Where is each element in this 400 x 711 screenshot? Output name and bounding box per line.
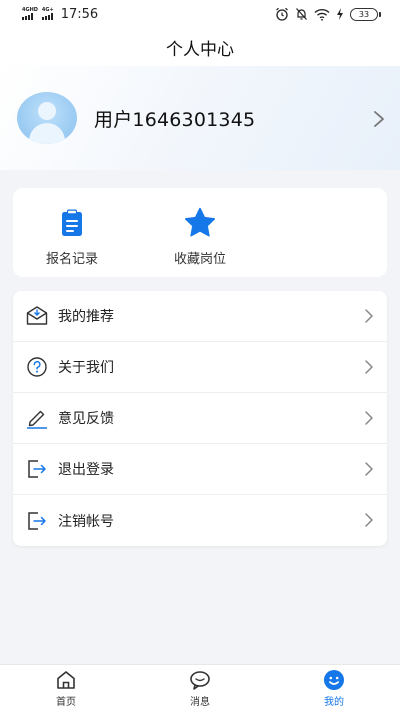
chevron-right-icon	[365, 360, 373, 374]
bottom-tab-bar: 首页 消息 我的	[0, 664, 400, 711]
quick-actions-card: 报名记录 收藏岗位	[13, 188, 387, 277]
chevron-right-icon	[365, 309, 373, 323]
quick-action-saved-jobs[interactable]: 收藏岗位	[150, 206, 250, 267]
chevron-right-icon	[365, 462, 373, 476]
chevron-right-icon	[374, 111, 384, 127]
chat-icon	[190, 671, 210, 690]
menu-item-feedback[interactable]: 意见反馈	[13, 393, 387, 444]
menu-item-delete-account[interactable]: 注销帐号	[13, 495, 387, 546]
battery-icon: 33	[350, 7, 381, 21]
tab-label: 我的	[324, 697, 344, 708]
chevron-right-icon	[365, 513, 373, 527]
menu-item-about-us[interactable]: 关于我们	[13, 342, 387, 393]
status-bar: 4GHD 4G+ 17:56 33	[0, 0, 400, 28]
tab-messages[interactable]: 消息	[170, 669, 230, 708]
status-time: 17:56	[60, 6, 99, 22]
tab-mine[interactable]: 我的	[304, 669, 364, 708]
logout-icon	[28, 511, 46, 530]
signal-icon-2: 4G+	[41, 8, 54, 20]
tab-label: 首页	[56, 697, 76, 708]
wifi-icon	[314, 8, 330, 21]
status-right: 33	[275, 7, 381, 21]
chevron-right-icon	[365, 411, 373, 425]
tab-label: 消息	[190, 697, 210, 708]
charging-icon	[337, 8, 343, 20]
menu-item-label: 注销帐号	[58, 513, 114, 530]
avatar[interactable]	[17, 92, 77, 144]
menu-item-label: 退出登录	[58, 462, 114, 478]
quick-action-label: 收藏岗位	[173, 252, 226, 267]
menu-card: 我的推荐 关于我们 意见反馈 退出登录 注销帐号	[13, 291, 387, 546]
status-left: 4GHD 4G+ 17:56	[22, 7, 98, 22]
profile-header[interactable]: 用户1646301345	[0, 66, 400, 170]
smile-icon	[324, 670, 344, 690]
username: 用户1646301345	[94, 108, 256, 131]
signal-icon: 4GHD	[22, 8, 38, 20]
question-circle-icon	[27, 357, 47, 377]
battery-level: 33	[358, 9, 370, 19]
home-icon	[57, 671, 75, 689]
menu-item-logout[interactable]: 退出登录	[13, 444, 387, 495]
mute-icon	[296, 8, 307, 20]
page-title: 个人中心	[166, 39, 234, 60]
star-icon	[184, 207, 216, 237]
logout-icon	[28, 460, 46, 478]
quick-action-registration-records[interactable]: 报名记录	[22, 206, 122, 267]
inbox-icon	[26, 306, 48, 325]
title-bar: 个人中心	[0, 28, 400, 66]
alarm-icon	[276, 7, 288, 21]
clipboard-icon	[62, 209, 82, 236]
menu-item-my-recommendations[interactable]: 我的推荐	[13, 291, 387, 342]
quick-action-label: 报名记录	[45, 252, 98, 267]
menu-item-label: 意见反馈	[58, 411, 114, 427]
tab-home[interactable]: 首页	[36, 669, 96, 708]
menu-item-label: 我的推荐	[58, 309, 114, 325]
pen-icon	[27, 410, 47, 429]
menu-item-label: 关于我们	[58, 360, 114, 376]
